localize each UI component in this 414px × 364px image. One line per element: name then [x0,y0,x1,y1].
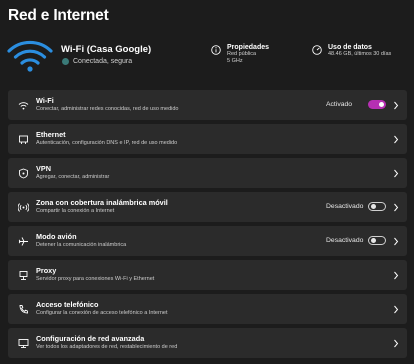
chevron-right-icon [394,203,399,212]
network-name: Wi-Fi (Casa Google) [61,44,152,55]
wifi-icon [18,102,29,110]
setting-subtitle: Autenticación, configuración DNS e IP, r… [36,140,178,146]
setting-title: Modo avión [36,232,77,241]
setting-row-advanced-network[interactable]: Configuración de red avanzada Ver todos … [8,328,407,358]
wifi-toggle[interactable] [368,100,386,109]
setting-subtitle: Agregar, conectar, administrar [36,174,110,180]
setting-title: Acceso telefónico [36,300,99,309]
setting-subtitle: Ver todos los adaptadores de red, restab… [36,344,178,350]
airplane-icon [18,237,28,246]
chevron-right-icon [394,305,399,314]
network-status: Conectada, segura [62,58,132,65]
setting-row-wifi[interactable]: Wi-Fi Conectar, administrar redes conoci… [8,90,407,120]
properties-link[interactable]: Propiedades Red pública 5 GHz [211,44,269,65]
hotspot-toggle[interactable] [368,202,386,211]
chevron-right-icon [394,101,399,110]
setting-subtitle: Detener la comunicación inalámbrica [36,242,127,248]
properties-line1: Red pública [227,51,257,57]
setting-row-hotspot[interactable]: Zona con cobertura inalámbrica móvil Com… [8,192,407,222]
wifi-state-label: Activado [326,101,353,108]
setting-title: VPN [36,164,52,173]
setting-subtitle: Compartir la conexión a Internet [36,208,115,214]
network-status-text: Conectada, segura [73,58,133,65]
chevron-right-icon [394,169,399,178]
properties-title: Propiedades [227,44,270,51]
setting-title: Proxy [36,266,57,275]
setting-row-vpn[interactable]: VPN Agregar, conectar, administrar [8,158,407,188]
proxy-icon [19,271,28,280]
airplane-mode-toggle[interactable] [368,236,386,245]
wifi-signal-icon [7,40,53,72]
hotspot-state-label: Desactivado [326,203,364,210]
data-usage-gauge-icon [312,45,322,55]
network-header: Wi-Fi (Casa Google) Conectada, segura Pr… [0,34,414,86]
airplane-state-label: Desactivado [326,237,364,244]
page-title: Red e Internet [8,7,109,24]
data-usage-title: Uso de datos [328,44,372,51]
setting-title: Wi-Fi [36,96,54,105]
setting-title: Configuración de red avanzada [36,334,145,343]
info-icon [211,45,221,55]
setting-title: Zona con cobertura inalámbrica móvil [36,198,168,207]
chevron-right-icon [394,237,399,246]
dial-up-phone-icon [19,305,28,314]
setting-row-dial-up[interactable]: Acceso telefónico Configurar la conexión… [8,294,407,324]
ethernet-icon [19,135,28,144]
setting-subtitle: Configurar la conexión de acceso telefón… [36,310,168,316]
setting-title: Ethernet [36,130,66,139]
setting-subtitle: Servidor proxy para conexiones Wi-Fi y E… [36,276,155,282]
chevron-right-icon [394,271,399,280]
setting-row-ethernet[interactable]: Ethernet Autenticación, configuración DN… [8,124,407,154]
data-usage-link[interactable]: Uso de datos 48.46 GB, últimos 30 días [312,44,391,58]
properties-line2: 5 GHz [227,58,243,64]
data-usage-line1: 48.46 GB, últimos 30 días [328,51,392,57]
vpn-shield-icon [19,168,28,179]
hotspot-icon [18,203,29,212]
chevron-right-icon [394,135,399,144]
chevron-right-icon [394,339,399,348]
globe-icon [62,58,69,65]
advanced-network-icon [18,339,29,348]
setting-row-proxy[interactable]: Proxy Servidor proxy para conexiones Wi-… [8,260,407,290]
setting-row-airplane-mode[interactable]: Modo avión Detener la comunicación inalá… [8,226,407,256]
setting-subtitle: Conectar, administrar redes conocidas, r… [36,106,179,112]
